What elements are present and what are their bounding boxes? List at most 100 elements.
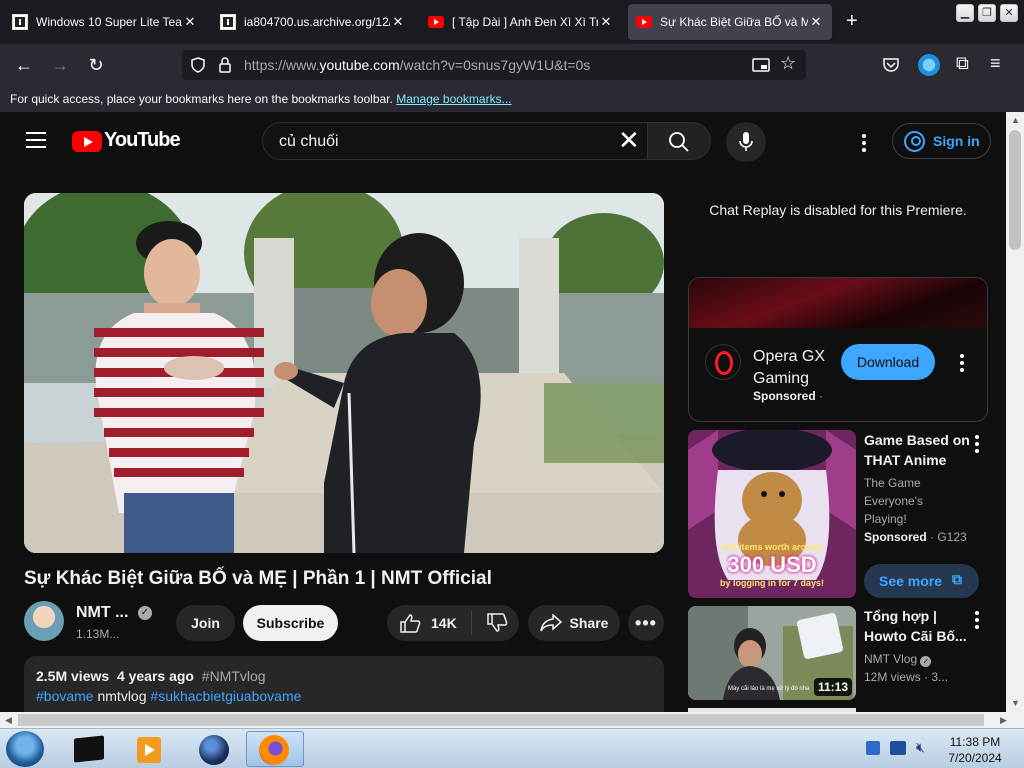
scroll-right-arrow-icon[interactable]: ▶: [1000, 715, 1007, 726]
channel-avatar[interactable]: [24, 601, 64, 641]
like-count[interactable]: 14K: [431, 615, 457, 631]
game-ad-thumbnail[interactable]: Get items worth around 300 USD by loggin…: [688, 430, 856, 598]
opera-gx-logo-icon: [705, 344, 741, 380]
youtube-icon: [636, 16, 652, 28]
youtube-icon: [428, 16, 444, 28]
video-title-tong-hop[interactable]: Tổng hợp | Howto Cãi Bố...: [864, 606, 974, 646]
share-icon: [539, 614, 562, 632]
scroll-up-arrow-icon[interactable]: ▲: [1011, 115, 1020, 125]
menu-icon[interactable]: ≡: [990, 53, 1001, 74]
navigation-toolbar: ← → ↻ https://www.youtube.com/watch?v=0s…: [0, 44, 1024, 86]
horizontal-scrollbar[interactable]: ◀ ▶: [0, 712, 1024, 728]
taskbar-app-media-player[interactable]: [124, 731, 182, 767]
taskbar-app-globe[interactable]: [186, 731, 244, 767]
thumb-text-bottom: by logging in for 7 days!: [719, 578, 824, 588]
voice-search-button[interactable]: [726, 122, 766, 162]
video-stats: 12M views · 3...: [864, 670, 949, 684]
search-icon: [669, 132, 689, 152]
tab-archive-org[interactable]: ia804700.us.archive.org/12/i ✕: [212, 4, 414, 40]
terminal-icon: [74, 735, 104, 763]
video-player[interactable]: [24, 193, 664, 553]
scroll-left-arrow-icon[interactable]: ◀: [5, 715, 12, 726]
more-actions-button[interactable]: •••: [628, 605, 664, 641]
verified-badge-icon: ✓: [138, 606, 152, 620]
tracking-shield-icon[interactable]: [190, 57, 206, 73]
new-tab-button[interactable]: +: [846, 10, 858, 33]
vertical-scroll-thumb[interactable]: [1009, 130, 1021, 250]
lock-icon[interactable]: [218, 57, 232, 73]
settings-more-icon[interactable]: [862, 134, 866, 155]
close-tab-icon[interactable]: ✕: [808, 14, 824, 30]
sign-in-button[interactable]: Sign in: [892, 123, 991, 159]
youtube-logo-icon[interactable]: [72, 131, 102, 152]
see-more-button[interactable]: See more ⧉: [864, 564, 979, 598]
url-bar[interactable]: https://www.youtube.com/watch?v=0snus7gy…: [182, 50, 806, 80]
forward-icon[interactable]: →: [48, 53, 72, 77]
tray-network-icon[interactable]: [866, 741, 880, 755]
close-tab-icon[interactable]: ✕: [598, 14, 614, 30]
video-more-icon[interactable]: [975, 611, 979, 632]
video-channel[interactable]: NMT Vlog ✓: [864, 650, 974, 668]
manage-bookmarks-link[interactable]: Manage bookmarks...: [396, 92, 511, 106]
user-icon: [904, 131, 925, 152]
account-icon[interactable]: [918, 54, 940, 76]
tray-volume-icon[interactable]: 🔇︎: [916, 739, 925, 756]
minimize-button[interactable]: ▁: [956, 4, 974, 22]
opera-gx-ad-card[interactable]: Opera GX Gaming Sponsored · Download: [688, 277, 988, 422]
picture-in-picture-icon[interactable]: [752, 57, 770, 73]
ad-banner-image: [689, 278, 987, 328]
bookmarks-toolbar: For quick access, place your bookmarks h…: [0, 86, 1024, 112]
external-link-icon: ⧉: [952, 571, 962, 587]
vertical-scrollbar[interactable]: ▲ ▼: [1006, 112, 1024, 712]
dislike-icon[interactable]: [486, 613, 508, 633]
description-box[interactable]: 2.5M views 4 years ago #NMTvlog #bovame …: [24, 656, 664, 712]
duration-badge: 11:13: [813, 678, 852, 696]
pocket-icon[interactable]: [882, 57, 900, 73]
like-dislike-group: 14K: [387, 605, 519, 641]
close-tab-icon[interactable]: ✕: [182, 14, 198, 30]
bookmark-star-icon[interactable]: ☆: [780, 53, 796, 74]
ad-more-icon[interactable]: [960, 354, 964, 375]
video-thumbnail-tong-hop[interactable]: Mày cãi láo là mẹ xử lý đó nha 11:13: [688, 606, 856, 700]
clear-search-icon[interactable]: ✕: [618, 127, 640, 153]
archive-icon: [220, 14, 236, 30]
tab-su-khac-biet[interactable]: Sự Khác Biệt Giữa BỐ và MẸ ✕: [628, 4, 832, 40]
like-icon[interactable]: [399, 613, 421, 633]
thumb-caption: Mày cãi láo là mẹ xử lý đó nha: [728, 686, 810, 692]
share-button[interactable]: Share: [528, 605, 620, 641]
restore-button[interactable]: ❐: [978, 4, 996, 22]
like-divider: [470, 611, 472, 635]
tab-tap-dai[interactable]: [ Tập Dài ] Anh Đen Xì Xì Trở ✕: [420, 4, 622, 40]
tray-display-icon[interactable]: [890, 741, 906, 755]
download-button[interactable]: Download: [841, 344, 935, 380]
video-frame: [24, 193, 664, 553]
clock[interactable]: 11:38 PM 7/20/2024: [940, 734, 1010, 766]
taskbar-app-terminal[interactable]: [62, 731, 120, 767]
search-button[interactable]: [647, 122, 711, 160]
channel-name[interactable]: NMT ...: [76, 604, 128, 622]
game-ad-title[interactable]: Game Based on THAT Anime: [864, 430, 974, 470]
youtube-header: YouTube củ chuối ✕ Sign in: [0, 112, 1006, 170]
youtube-logo-text[interactable]: YouTube: [104, 129, 181, 152]
close-tab-icon[interactable]: ✕: [390, 14, 406, 30]
thumb-text-big: 300 USD: [727, 552, 817, 577]
ad-title: Opera GX Gaming: [753, 348, 826, 387]
subscribe-button[interactable]: Subscribe: [243, 605, 338, 641]
globe-icon: [199, 735, 229, 765]
start-button-icon[interactable]: [6, 731, 44, 767]
description-meta: 2.5M views 4 years ago #NMTvlog: [36, 668, 266, 684]
search-input[interactable]: củ chuối: [262, 122, 648, 160]
horizontal-scroll-thumb[interactable]: [18, 714, 984, 726]
taskbar-app-firefox[interactable]: [246, 731, 304, 767]
game-ad-more-icon[interactable]: [975, 435, 979, 456]
extensions-icon[interactable]: ⧉: [956, 53, 969, 74]
guide-menu-icon[interactable]: [26, 132, 46, 148]
windows-taskbar: 🔇︎ 11:38 PM 7/20/2024: [0, 728, 1024, 768]
back-icon[interactable]: ←: [12, 53, 36, 77]
join-button[interactable]: Join: [176, 605, 235, 641]
scroll-down-arrow-icon[interactable]: ▼: [1011, 698, 1020, 708]
tab-windows-10-super-lite[interactable]: Windows 10 Super Lite Team ✕: [4, 4, 206, 40]
close-window-button[interactable]: ✕: [1000, 4, 1018, 22]
reload-icon[interactable]: ↻: [84, 53, 108, 77]
more-horizontal-icon: •••: [635, 612, 657, 633]
